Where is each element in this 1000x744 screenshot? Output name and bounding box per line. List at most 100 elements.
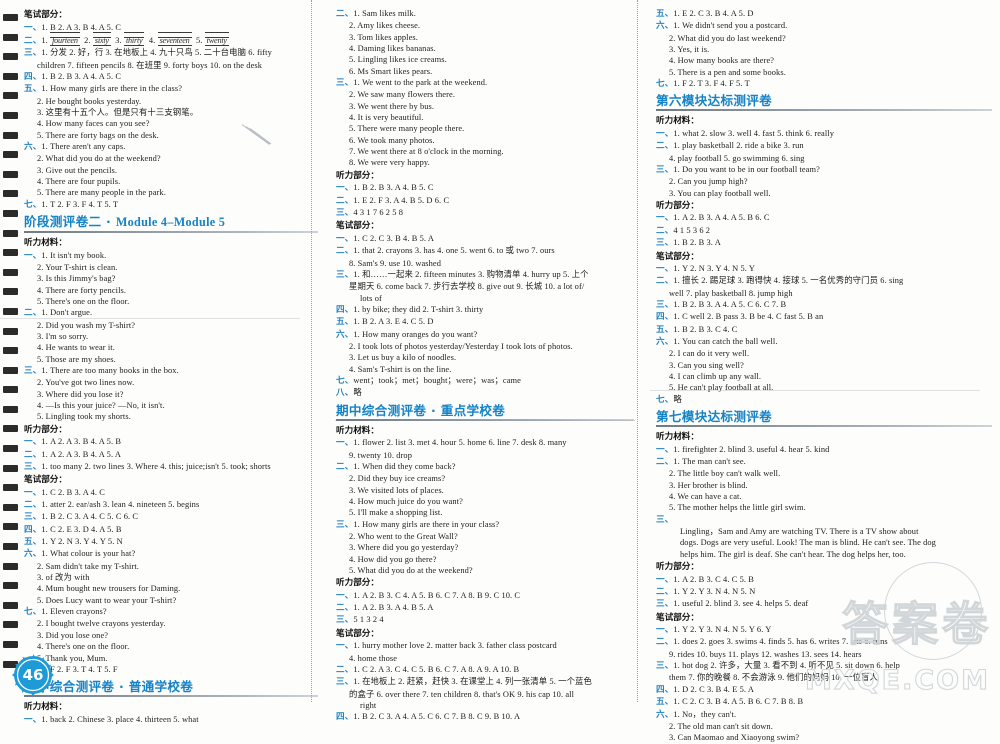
answer-subline: 4. How did you go there? [336, 554, 634, 565]
answer-line: 一、1. C 2. C 3. B 4. B 5. A [336, 233, 634, 245]
answer-index: 三、 [24, 512, 42, 523]
answer-text: 1. flower 2. list 3. met 4. hour 5. home… [353, 438, 567, 448]
binding-registration-marks [3, 14, 19, 674]
answer-text: 1. 在地板上 2. 赶紧，赶快 3. 在课堂上 4. 列一张清单 5. 一个蓝… [353, 677, 592, 687]
answer-line: 四、1. B 2. C 3. A 4. A 5. C 6. C 7. B 8. … [336, 711, 634, 723]
answer-continuation: them 7. 你的晚餐 8. 不会游泳 9. 他们的妈妈 10. 一位盲人 [656, 672, 992, 683]
answer-line: 五、1. How many girls are there in the cla… [24, 83, 318, 95]
answer-text: 4. There's one on the floor. [37, 642, 130, 652]
answer-line: 五、1. B 2. B 3. C 4. C [656, 324, 992, 336]
answer-index: 二、 [336, 603, 354, 614]
paper-title: 第六模块达标测评卷 [656, 93, 992, 112]
answer-text: 1. B 2. C 3. A 4. A 5. C 6. C 7. B 8. C … [353, 712, 521, 722]
answer-subline: 3. You can play football well. [656, 188, 992, 199]
answer-continuation: 星期天 6. come back 7. 步行去学校 8. give out 9.… [336, 281, 634, 292]
section-heading: 听力部分： [24, 424, 67, 435]
answer-text: 5. There is a pen and some books. [669, 67, 786, 77]
answer-subline: 3. Where did you lose it? [24, 389, 318, 400]
answer-subline: 3. Yes, it is. [656, 44, 992, 55]
answer-index: 一、 [656, 128, 674, 139]
item-number: 4. [148, 35, 158, 45]
section-heading: 笔试部分： [336, 628, 379, 639]
answer-text: 1. C 2. A 3. C 4. C 5. B 6. C 7. A 8. A … [353, 665, 520, 674]
answer-text: 1. B 2. C 3. A 4. C 5. C 6. C [41, 512, 139, 522]
answer-subline: 3. Can you sing well? [656, 360, 992, 371]
answer-text: 1. There aren't any caps. [41, 141, 126, 151]
answer-index: 二、 [336, 195, 354, 206]
answer-subline: 2. Did you wash my T-shirt? [24, 320, 318, 331]
answer-text: 4. How many faces can you see? [37, 119, 150, 129]
answer-text: 1. T 2. F 3. F 4. T 5. T [41, 199, 119, 209]
answer-text: 8. We were very happy. [349, 158, 430, 168]
answer-line: 一、1. Y 2. N 3. Y 4. N 5. Y [656, 263, 992, 275]
answer-text: 1. Y 2. N 3. Y 4. Y 5. N [41, 537, 123, 547]
answer-text: 1. E 2. F 3. A 4. B 5. D 6. C [353, 195, 450, 205]
answer-subline: 5. Thank you, Mum. [24, 653, 318, 664]
answer-line: 三、1. B 2. C 3. A 4. C 5. C 6. C [24, 511, 318, 523]
paper-title-variant: 重点学校卷 [440, 402, 506, 418]
answer-line: 三、1. We went to the park at the weekend. [336, 77, 634, 89]
answer-subline: 5. There were many people there. [336, 123, 634, 134]
answer-index: 七、 [24, 199, 42, 210]
answer-text: 1. atter 2. ear/ash 3. lean 4. nineteen … [41, 500, 200, 510]
answer-text: 1. C 2. E 3. D 4. A 5. B [41, 524, 122, 534]
answer-line: 三、1. B 2. B 3. A [656, 237, 992, 249]
answer-line: 三、4 3 1 7 6 2 5 8 [336, 207, 634, 219]
answer-continuation: children 7. fifteen pencils 8. 在班里 9. fo… [24, 60, 318, 71]
paper-title: 期中综合测评卷 · 重点学校卷 [336, 403, 634, 421]
answer-text: 7. We went there at 8 o'clock in the mor… [349, 147, 504, 157]
answer-text: 1. Y 2. Y 3. N 4. N 5. Y 6. Y [673, 625, 772, 635]
section-heading: 听力材料： [656, 116, 699, 127]
answer-index: 一、 [24, 714, 42, 725]
answer-text: 1. by bike; they did 2. T-shirt 3. thirt… [353, 304, 484, 314]
answer-index: 四、 [336, 304, 354, 315]
answer-text: 4. He wants to wear it. [37, 343, 115, 353]
answer-index: 一、 [24, 250, 42, 261]
answer-text: lots of [360, 293, 382, 303]
answer-text: 2. Did they buy ice creams? [349, 474, 446, 484]
answer-text: 1. Do you want to be in our football tea… [673, 164, 820, 174]
answer-text: 3. We went there by bus. [349, 101, 435, 111]
answer-text: 1. too many 2. two lines 3. Where 4. thi… [41, 461, 271, 471]
answer-index: 五、 [24, 84, 42, 95]
answer-text: 3. 这里有十五个人。但是只有十三支钢笔。 [37, 107, 199, 117]
answer-subline: 5. Those are my shoes. [24, 354, 318, 365]
item-number: 3. [115, 35, 124, 45]
answer-index: 三、 [336, 519, 354, 530]
answer-continuation: 9. rides 10. buys 11. plays 12. washes 1… [656, 649, 992, 660]
answer-subline: 3. I'm so sorry. [24, 331, 318, 342]
answer-subline: 4. How many books are there? [656, 55, 992, 66]
answer-text: 2. The little boy can't walk well. [669, 469, 781, 479]
answer-text: them 7. 你的晚餐 8. 不会游泳 9. 他们的妈妈 10. 一位盲人 [669, 673, 878, 683]
answer-text: 3. Can Maomao and Xiaoyong swim? [669, 733, 800, 743]
answer-text: 1. C 2. B 3. A 4. C [41, 487, 105, 497]
answer-index: 二、 [656, 637, 674, 648]
answer-text: 5. He can't play football at all. [669, 383, 774, 393]
answer-line: 七、1. T 2. F 3. F 4. T 5. T [24, 199, 318, 211]
answer-text: 1. We didn't send you a postcard. [673, 21, 788, 31]
answer-index: 一、 [656, 264, 674, 274]
answer-text: 1. B 2. B 3. A 4. B 5. C [353, 183, 434, 193]
answer-index: 二、 [656, 276, 674, 287]
answer-continuation: dogs. Dogs are very useful. Look! The ma… [656, 537, 992, 548]
answer-subline: 4. It is very beautiful. [336, 112, 634, 123]
answer-continuation: 9. twenty 10. drop [336, 450, 634, 461]
answer-line: 一、1. A 2. B 3. C 4. C 5. B [656, 574, 992, 586]
answer-text: 1. 擅长 2. 踢足球 3. 跑得快 4. 接球 5. 一名优秀的守门员 6.… [673, 276, 904, 286]
answer-text: 1. D 2. C 3. B 4. E 5. A [673, 684, 754, 694]
answer-line: 二、1. 擅长 2. 踢足球 3. 跑得快 4. 接球 5. 一名优秀的守门员 … [656, 275, 992, 287]
answer-text: 2. Amy likes cheese. [349, 21, 421, 31]
answer-subline: 2. The old man can't sit down. [656, 721, 992, 732]
answer-line: 六、1. There aren't any caps. [24, 141, 318, 153]
answer-text: 3. Give out the pencils. [37, 165, 118, 175]
answer-text: 1. How many oranges do you want? [353, 329, 478, 339]
section-heading: 听力部分： [656, 200, 699, 211]
paper-title-variant: 普通学校卷 [128, 679, 194, 695]
answer-line: 一、1. A 2. B 3. A 4. A 5. B 6. C [656, 212, 992, 224]
answer-index: 二、 [24, 449, 42, 460]
answer-line: 八、略 [336, 387, 634, 399]
answer-subline: 2. The little boy can't walk well. [656, 468, 992, 479]
answer-text: 4. Daming likes bananas. [349, 44, 436, 54]
answer-text: 4. How many books are there? [669, 56, 775, 66]
answer-line: 一、1. firefighter 2. blind 3. useful 4. h… [656, 444, 992, 456]
